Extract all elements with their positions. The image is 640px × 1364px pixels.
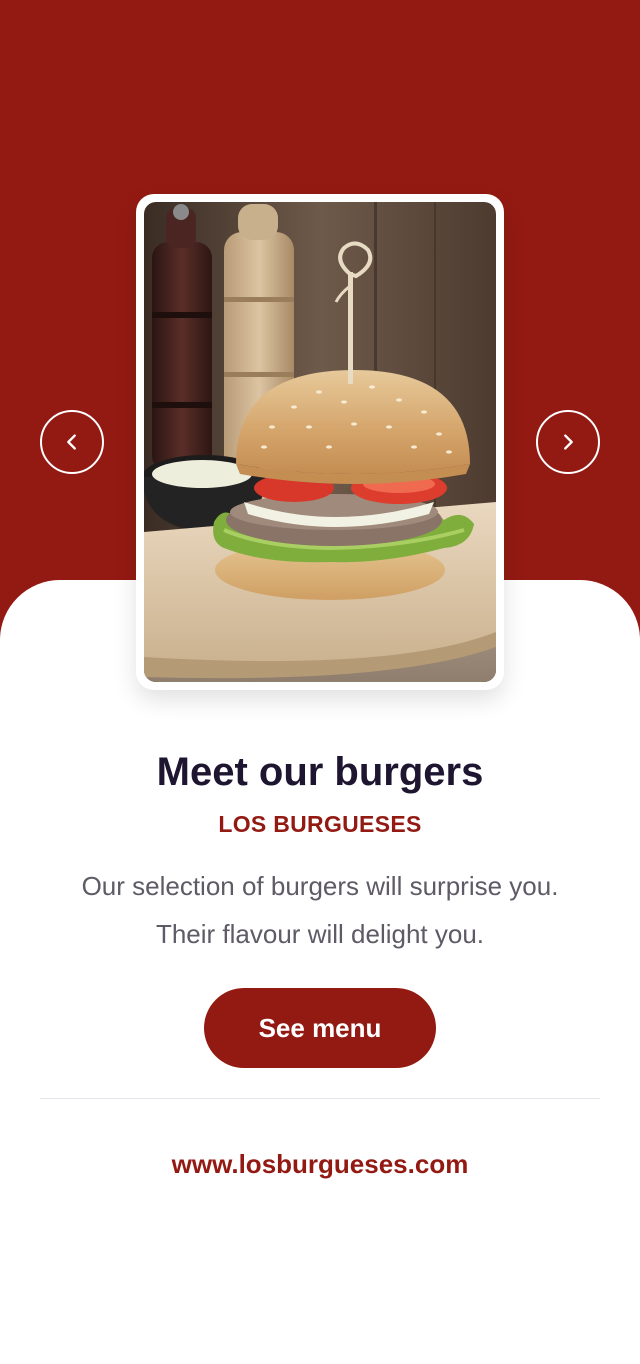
divider xyxy=(40,1098,600,1099)
next-slide-button[interactable] xyxy=(536,410,600,474)
content-sheet xyxy=(0,580,640,1364)
chevron-left-icon xyxy=(67,434,76,450)
description-text: Our selection of burgers will surprise y… xyxy=(81,871,559,949)
brand-name: LOS BURGUESES xyxy=(218,811,422,837)
website-link[interactable]: www.losburgueses.com xyxy=(0,1146,640,1182)
page-title: Meet our burgers xyxy=(156,750,484,794)
burger-photo xyxy=(144,202,496,682)
burger-photo-card xyxy=(136,194,504,690)
previous-slide-button[interactable] xyxy=(40,410,104,474)
chevron-right-icon xyxy=(564,434,573,450)
page: Meet our burgers LOS BURGUESES Our selec… xyxy=(0,0,640,1364)
see-menu-button[interactable]: See menu xyxy=(204,988,436,1068)
